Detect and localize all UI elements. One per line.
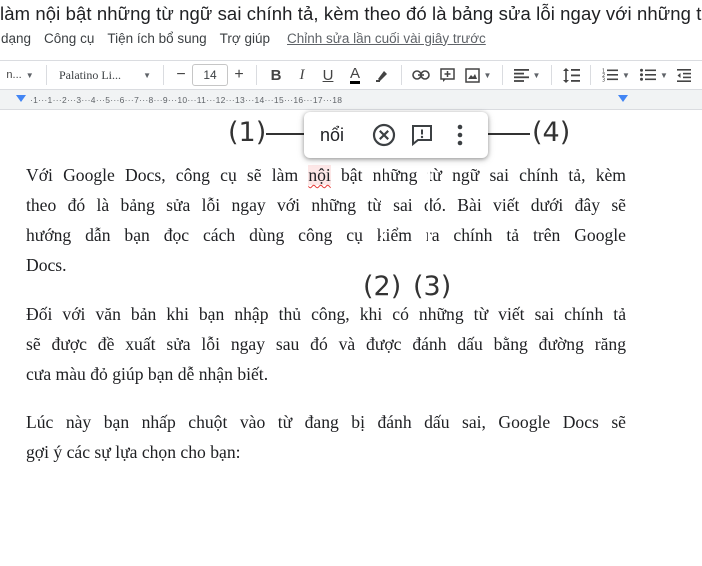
line-spacing-icon (562, 67, 580, 83)
bulleted-list-button[interactable]: ▼ (635, 63, 673, 87)
document-title[interactable]: làm nội bật những từ ngữ sai chính tả, k… (0, 3, 702, 27)
text-color-label: A (349, 65, 360, 84)
chevron-down-icon: ▼ (660, 70, 668, 80)
menu-tools[interactable]: Công cụ (44, 31, 94, 46)
annotation-label-1: (1) (228, 117, 267, 148)
annotation-label-2: (2) (363, 271, 402, 302)
text-line: cưa màu đỏ giúp bạn dễ nhận biết. (26, 364, 269, 384)
divider (502, 65, 503, 85)
italic-button[interactable]: I (289, 63, 315, 87)
style-value: n... (6, 69, 22, 81)
paragraph-2[interactable]: Đối với văn bản khi bạn nhập thủ công, k… (26, 299, 626, 389)
spelling-suggestion-popup: nổi (304, 112, 488, 158)
chevron-down-icon: ▼ (622, 70, 630, 80)
divider (551, 65, 552, 85)
ruler[interactable]: ·1···1···2···3···4···5···6···7···8···9··… (0, 90, 702, 110)
dismiss-suggestion-button[interactable] (370, 121, 398, 149)
ruler-numbers: ·1···1···2···3···4···5···6···7···8···9··… (30, 95, 343, 105)
left-indent-marker[interactable] (16, 95, 26, 102)
annotation-line-1 (266, 133, 308, 135)
toolbar: n... ▼ Palatino Li... ▼ − 14 + B I U A ▼… (0, 60, 702, 90)
text-line: gợi ý các sự lựa chọn cho bạn: (26, 442, 241, 462)
text-line: Lúc này bạn nhấp chuột vào từ đang bị đá… (26, 412, 626, 432)
align-button[interactable]: ▼ (509, 63, 545, 87)
highlighter-icon (376, 71, 387, 82)
decrease-font-size-button[interactable]: − (170, 64, 192, 86)
more-vert-icon (457, 124, 463, 146)
chevron-down-icon: ▼ (25, 70, 34, 80)
align-left-icon (513, 68, 529, 82)
menu-bar: dạng Công cụ Tiện ích bổ sung Trợ giúp C… (0, 28, 702, 48)
misspelled-word[interactable]: nội (308, 165, 331, 185)
numbered-list-icon: 123 (602, 69, 619, 83)
indent-icon (677, 68, 691, 82)
decrease-indent-button[interactable] (673, 63, 695, 87)
bulleted-list-icon (640, 68, 657, 81)
numbered-list-button[interactable]: 123 ▼ (597, 63, 635, 87)
chevron-down-icon: ▼ (532, 70, 541, 80)
right-indent-marker[interactable] (618, 95, 628, 102)
last-edit-link[interactable]: Chỉnh sửa lần cuối vài giây trước (287, 31, 486, 46)
bold-button[interactable]: B (263, 63, 289, 87)
menu-addons[interactable]: Tiện ích bổ sung (107, 31, 206, 46)
highlight-button[interactable] (369, 63, 395, 87)
annotation-label-3: (3) (413, 271, 452, 302)
svg-text:3: 3 (602, 78, 605, 83)
report-suggestion-button[interactable] (408, 121, 436, 149)
suggestion-button[interactable]: nổi (320, 125, 360, 146)
divider (401, 65, 402, 85)
annotation-label-4: (4) (532, 117, 571, 148)
divider (46, 65, 47, 85)
menu-format[interactable]: dạng (1, 31, 31, 46)
text-color-button[interactable]: A (341, 63, 369, 87)
font-value: Palatino Li... (59, 67, 121, 82)
menu-help[interactable]: Trợ giúp (220, 31, 270, 46)
style-dropdown[interactable]: n... ▼ (0, 63, 40, 87)
text-line: Docs. (26, 255, 67, 275)
font-size-input[interactable]: 14 (192, 64, 228, 86)
insert-link-button[interactable] (408, 63, 434, 87)
more-options-button[interactable] (446, 121, 474, 149)
comment-exclaim-icon (412, 125, 432, 147)
chevron-down-icon: ▼ (483, 70, 492, 80)
add-comment-button[interactable] (434, 63, 460, 87)
annotation-line-4 (484, 133, 530, 135)
link-icon (412, 70, 430, 80)
text-line: theo đó là bảng sửa lỗi ngay với những t… (26, 195, 626, 215)
line-spacing-button[interactable] (558, 63, 584, 87)
paragraph-3[interactable]: Lúc này bạn nhấp chuột vào từ đang bị đá… (26, 407, 626, 467)
underline-button[interactable]: U (315, 63, 341, 87)
divider (256, 65, 257, 85)
insert-image-button[interactable]: ▼ (460, 63, 496, 87)
text-line: Với Google Docs, công cụ sẽ làm nội bật … (26, 165, 626, 185)
text-line: hướng dẫn bạn đọc cách dùng công cụ kiểm… (26, 225, 626, 245)
paragraph-1[interactable]: Với Google Docs, công cụ sẽ làm nội bật … (26, 160, 626, 280)
text-line: Đối với văn bản khi bạn nhập thủ công, k… (26, 304, 626, 324)
divider (590, 65, 591, 85)
add-comment-icon (439, 67, 455, 82)
image-icon (464, 67, 480, 83)
circle-x-icon (372, 123, 396, 147)
increase-font-size-button[interactable]: + (228, 64, 250, 86)
annotation-line-3 (428, 158, 430, 274)
annotation-line-2 (381, 158, 383, 274)
divider (163, 65, 164, 85)
text-line: sẽ được đề xuất sửa lỗi ngay sau đó và đ… (26, 334, 626, 354)
chevron-down-icon: ▼ (143, 70, 151, 80)
font-dropdown[interactable]: Palatino Li... ▼ (53, 63, 157, 87)
